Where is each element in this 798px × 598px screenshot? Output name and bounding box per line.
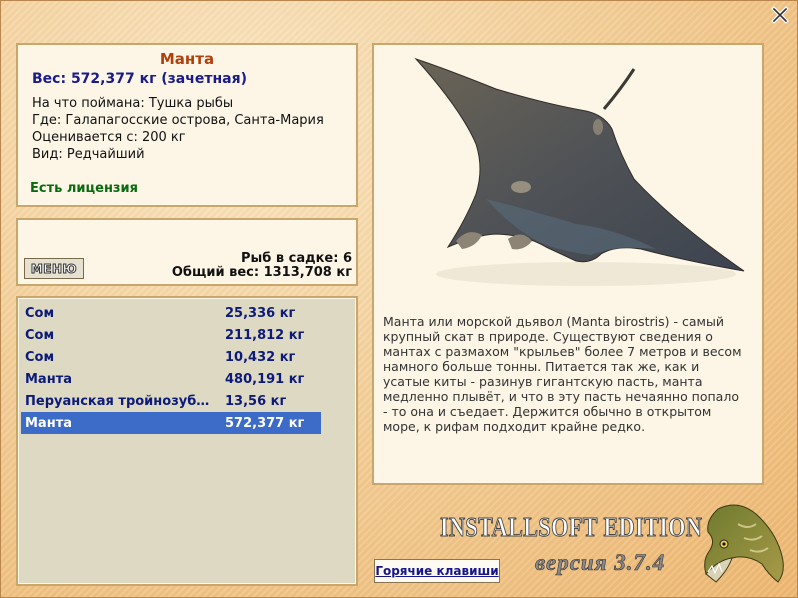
- keepnet-total-weight: Общий вес: 1313,708 кг: [171, 265, 352, 280]
- fish-rated-from: Оценивается с: 200 кг: [32, 130, 186, 145]
- catch-row[interactable]: Перуанская тройнозуб… 13,56 кг: [21, 390, 321, 412]
- fish-kind: Вид: Редчайший: [32, 147, 145, 162]
- catch-weight: 25,336 кг: [225, 305, 296, 321]
- fish-bait: На что поймана: Тушка рыбы: [32, 96, 234, 111]
- fish-details: На что поймана: Тушка рыбы Где: Галапаго…: [32, 95, 324, 163]
- catch-weight: 572,377 кг: [225, 415, 305, 431]
- fish-image-panel: Манта или морской дьявол (Manta birostri…: [372, 43, 764, 485]
- fish-title: Манта: [159, 50, 215, 68]
- menu-button[interactable]: МЕНЮ: [24, 258, 84, 279]
- catch-name: Сом: [25, 305, 55, 321]
- keepnet-count: Рыб в садке: 6: [240, 251, 352, 266]
- catch-name: Сом: [25, 327, 55, 343]
- catch-weight: 13,56 кг: [225, 393, 287, 409]
- keepnet-panel: МЕНЮ Рыб в садке: 6 Общий вес: 1313,708 …: [16, 218, 358, 286]
- license-status: Есть лицензия: [30, 181, 138, 196]
- fish-info-panel: Манта Вес: 572,377 кг (зачетная) На что …: [16, 43, 358, 207]
- hotkeys-label: Горячие клавиши: [375, 564, 499, 578]
- catch-list: Сом 25,336 кг Сом 211,812 кг Сом 10,432 …: [16, 296, 358, 586]
- edition-title: INSTALLSOFT EDITION: [440, 512, 703, 543]
- catch-weight: 480,191 кг: [225, 371, 305, 387]
- catch-name: Манта: [25, 371, 72, 387]
- catch-weight: 10,432 кг: [225, 349, 296, 365]
- catch-row-selected[interactable]: Манта 572,377 кг: [21, 412, 321, 434]
- manta-ray-image: [414, 57, 745, 286]
- menu-button-label: МЕНЮ: [30, 261, 78, 276]
- catch-name: Перуанская тройнозуб…: [25, 393, 210, 409]
- catch-name: Сом: [25, 349, 55, 365]
- pike-logo: [704, 504, 784, 583]
- catch-row[interactable]: Сом 25,336 кг: [21, 302, 321, 324]
- catch-row[interactable]: Сом 211,812 кг: [21, 324, 321, 346]
- catch-row[interactable]: Сом 10,432 кг: [21, 346, 321, 368]
- catch-name: Манта: [25, 415, 72, 431]
- close-icon[interactable]: [771, 6, 789, 24]
- catch-weight: 211,812 кг: [225, 327, 305, 343]
- version-label: версия 3.7.4: [535, 550, 666, 576]
- hotkeys-button[interactable]: Горячие клавиши: [374, 559, 500, 583]
- fish-location: Где: Галапагосские острова, Санта-Мария: [32, 113, 324, 128]
- fish-weight: Вес: 572,377 кг (зачетная): [32, 71, 247, 87]
- catch-row[interactable]: Манта 480,191 кг: [21, 368, 321, 390]
- fish-description: Манта или морской дьявол (Manta birostri…: [383, 314, 742, 434]
